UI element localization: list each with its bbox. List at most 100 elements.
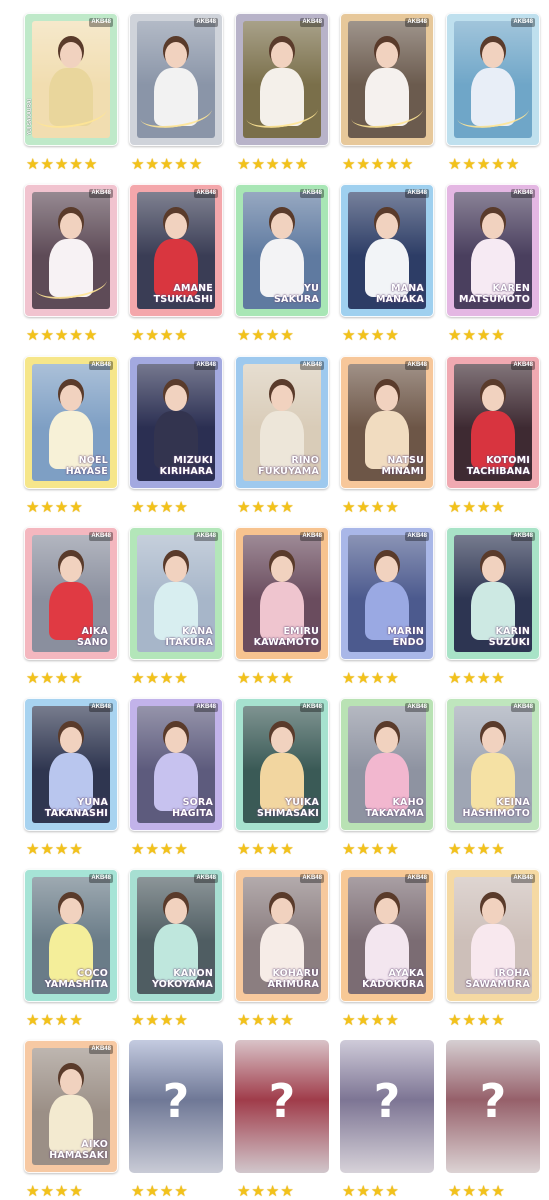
member-card[interactable]: AKB48 AIKA SANO: [24, 527, 118, 660]
star-icon: ★: [399, 155, 414, 173]
card-slot[interactable]: AKB48 KAREN MATSUMOTO ★ ★ ★ ★: [446, 184, 540, 343]
member-card[interactable]: AKB48 KOHARU ARIMURA: [235, 869, 329, 1002]
card-slot[interactable]: AKB48 KAHO TAKAYAMA ★ ★ ★ ★: [340, 698, 434, 857]
star-rating: ★ ★ ★ ★: [448, 327, 505, 343]
card-slot[interactable]: AKB48 YUIKA SHIMASAKI ★ ★ ★ ★: [235, 698, 329, 857]
card-slot[interactable]: AKB48 ★ ★ ★ ★ ★: [24, 184, 118, 343]
card-slot[interactable]: AKB48 NATSU MINAMI ★ ★ ★ ★: [340, 356, 434, 516]
member-card[interactable]: AKB48 AYAKA KADOKURA: [340, 869, 434, 1002]
locked-card[interactable]: ?: [446, 1040, 540, 1173]
card-slot[interactable]: AKB48 ★ ★ ★ ★ ★: [446, 13, 540, 173]
card-slot[interactable]: AKB48 RINO FUKUYAMA ★ ★ ★ ★: [235, 356, 329, 515]
card-slot[interactable]: AKB48 YU SAKURA ★ ★ ★ ★: [235, 184, 329, 344]
card-slot[interactable]: AKB48 YUNA TAKANASHI ★ ★ ★ ★: [24, 698, 118, 858]
star-icon: ★: [385, 669, 399, 687]
member-card[interactable]: AKB48 MIZUKI KIRIHARA: [129, 356, 223, 489]
card-slot[interactable]: AKB48 AYAKA KADOKURA ★ ★ ★ ★: [340, 869, 434, 1028]
member-first-name: SORA: [182, 797, 213, 808]
star-icon: ★: [174, 1182, 188, 1200]
card-slot[interactable]: AKB48 ★ ★ ★ ★ ★: [129, 13, 223, 172]
card-slot[interactable]: ? ★ ★ ★ ★: [340, 1040, 434, 1199]
member-card[interactable]: AKB48 AMANE TSUKIASHI: [129, 184, 223, 317]
star-icon: ★: [69, 840, 83, 858]
card-slot[interactable]: AKB48 KANA ITAKURA ★ ★ ★ ★: [129, 527, 223, 686]
card-slot[interactable]: ? ★ ★ ★ ★: [129, 1040, 223, 1200]
member-card[interactable]: AKB48 EMIRU KAWAMOTO: [235, 527, 329, 660]
star-icon: ★: [280, 1011, 294, 1029]
locked-card[interactable]: ?: [129, 1040, 223, 1173]
member-card[interactable]: AKB48 YUIKA SHIMASAKI: [235, 698, 329, 831]
star-rating: ★ ★ ★ ★ ★: [26, 156, 97, 172]
star-rating: ★ ★ ★ ★: [26, 670, 83, 686]
member-card[interactable]: AKB48 MARIN ENDO: [340, 527, 434, 660]
card-slot[interactable]: AKB48 SORA HAGITA ★ ★ ★ ★: [129, 698, 223, 857]
card-slot[interactable]: AKB48 AMANE TSUKIASHI ★ ★ ★ ★: [129, 184, 223, 343]
card-slot[interactable]: AKB48 NOEL HAYASE ★ ★ ★ ★: [24, 356, 118, 515]
card-slot[interactable]: ? ★ ★ ★ ★: [235, 1040, 329, 1200]
card-slot[interactable]: AKB48 ★ ★ ★ ★ ★: [235, 13, 329, 172]
group-logo-icon: AKB48: [300, 703, 324, 712]
card-slot[interactable]: ? ★ ★ ★ ★: [446, 1040, 540, 1199]
card-slot[interactable]: AKB48 KOTOMI TACHIBANA ★ ★ ★ ★: [446, 356, 540, 515]
member-card[interactable]: AKB48 KANA ITAKURA: [129, 527, 223, 660]
star-icon: ★: [131, 1011, 145, 1029]
signed-member-card[interactable]: AKB48: [235, 13, 329, 146]
card-slot[interactable]: AKB48 KEINA HASHIMOTO ★ ★ ★ ★: [446, 698, 540, 857]
signed-member-card[interactable]: AKB48: [340, 13, 434, 146]
card-slot[interactable]: AKB48 AIKO HAMASAKI ★ ★ ★ ★: [24, 1040, 118, 1200]
member-last-name: KIRIHARA: [159, 466, 213, 477]
card-slot[interactable]: AKB48 ★ ★ ★ ★ ★: [340, 13, 434, 173]
star-icon: ★: [145, 1011, 159, 1029]
signed-member-card[interactable]: AKB48 YUI SAKAURAI: [24, 13, 118, 146]
locked-card[interactable]: ?: [340, 1040, 434, 1173]
card-slot[interactable]: AKB48 AIKA SANO ★ ★ ★ ★: [24, 527, 118, 686]
signed-member-card[interactable]: AKB48: [129, 13, 223, 146]
card-slot[interactable]: AKB48 MIZUKI KIRIHARA ★ ★ ★ ★: [129, 356, 223, 515]
locked-card[interactable]: ?: [235, 1040, 329, 1173]
group-logo-icon: AKB48: [194, 874, 218, 883]
card-slot[interactable]: AKB48 YUI SAKAURAI ★ ★ ★ ★ ★: [24, 13, 118, 172]
member-card[interactable]: AKB48 NATSU MINAMI: [340, 356, 434, 489]
member-card[interactable]: AKB48 RINO FUKUYAMA: [235, 356, 329, 489]
card-slot[interactable]: AKB48 KANON YOKOYAMA ★ ★ ★ ★: [129, 869, 223, 1029]
card-slot[interactable]: AKB48 KARIN SUZUKI ★ ★ ★ ★: [446, 527, 540, 686]
signed-member-card[interactable]: AKB48: [24, 184, 118, 317]
star-icon: ★: [265, 326, 280, 344]
card-slot[interactable]: AKB48 EMIRU KAWAMOTO ★ ★ ★ ★: [235, 527, 329, 686]
member-card[interactable]: AKB48 KARIN SUZUKI: [446, 527, 540, 660]
member-first-name: AYAKA: [388, 968, 424, 979]
star-icon: ★: [462, 155, 476, 173]
member-first-name: EMIRU: [283, 626, 319, 637]
star-icon: ★: [237, 1182, 251, 1200]
star-icon: ★: [26, 1182, 40, 1200]
card-slot[interactable]: AKB48 MARIN ENDO ★ ★ ★ ★: [340, 527, 434, 687]
group-logo-icon: AKB48: [194, 361, 218, 370]
member-last-name: MATSUMOTO: [459, 294, 530, 305]
signed-member-card[interactable]: AKB48: [446, 13, 540, 146]
group-logo-icon: AKB48: [300, 874, 324, 883]
star-rating: ★ ★ ★ ★: [342, 1012, 399, 1028]
member-card[interactable]: AKB48 MANA MANAKA: [340, 184, 434, 317]
star-icon: ★: [476, 155, 491, 173]
card-slot[interactable]: AKB48 KOHARU ARIMURA ★ ★ ★ ★: [235, 869, 329, 1029]
member-card[interactable]: AKB48 IROHA SAWAMURA: [446, 869, 540, 1002]
member-card[interactable]: AKB48 YUNA TAKANASHI: [24, 698, 118, 831]
member-card[interactable]: AKB48 YU SAKURA: [235, 184, 329, 317]
star-icon: ★: [491, 155, 505, 173]
member-card[interactable]: AKB48 SORA HAGITA: [129, 698, 223, 831]
member-card[interactable]: AKB48 KEINA HASHIMOTO: [446, 698, 540, 831]
member-card[interactable]: AKB48 AIKO HAMASAKI: [24, 1040, 118, 1173]
member-card[interactable]: AKB48 KOTOMI TACHIBANA: [446, 356, 540, 489]
star-icon: ★: [356, 498, 370, 516]
star-icon: ★: [237, 1011, 251, 1029]
member-card[interactable]: AKB48 KAHO TAKAYAMA: [340, 698, 434, 831]
card-slot[interactable]: AKB48 MANA MANAKA ★ ★ ★ ★: [340, 184, 434, 343]
member-card[interactable]: AKB48 KANON YOKOYAMA: [129, 869, 223, 1002]
member-card[interactable]: AKB48 NOEL HAYASE: [24, 356, 118, 489]
star-icon: ★: [40, 669, 54, 687]
star-icon: ★: [280, 1182, 294, 1200]
card-slot[interactable]: AKB48 IROHA SAWAMURA ★ ★ ★ ★: [446, 869, 540, 1028]
member-card[interactable]: AKB48 COCO YAMASHITA: [24, 869, 118, 1002]
member-card[interactable]: AKB48 KAREN MATSUMOTO: [446, 184, 540, 317]
card-slot[interactable]: AKB48 COCO YAMASHITA ★ ★ ★ ★: [24, 869, 118, 1028]
